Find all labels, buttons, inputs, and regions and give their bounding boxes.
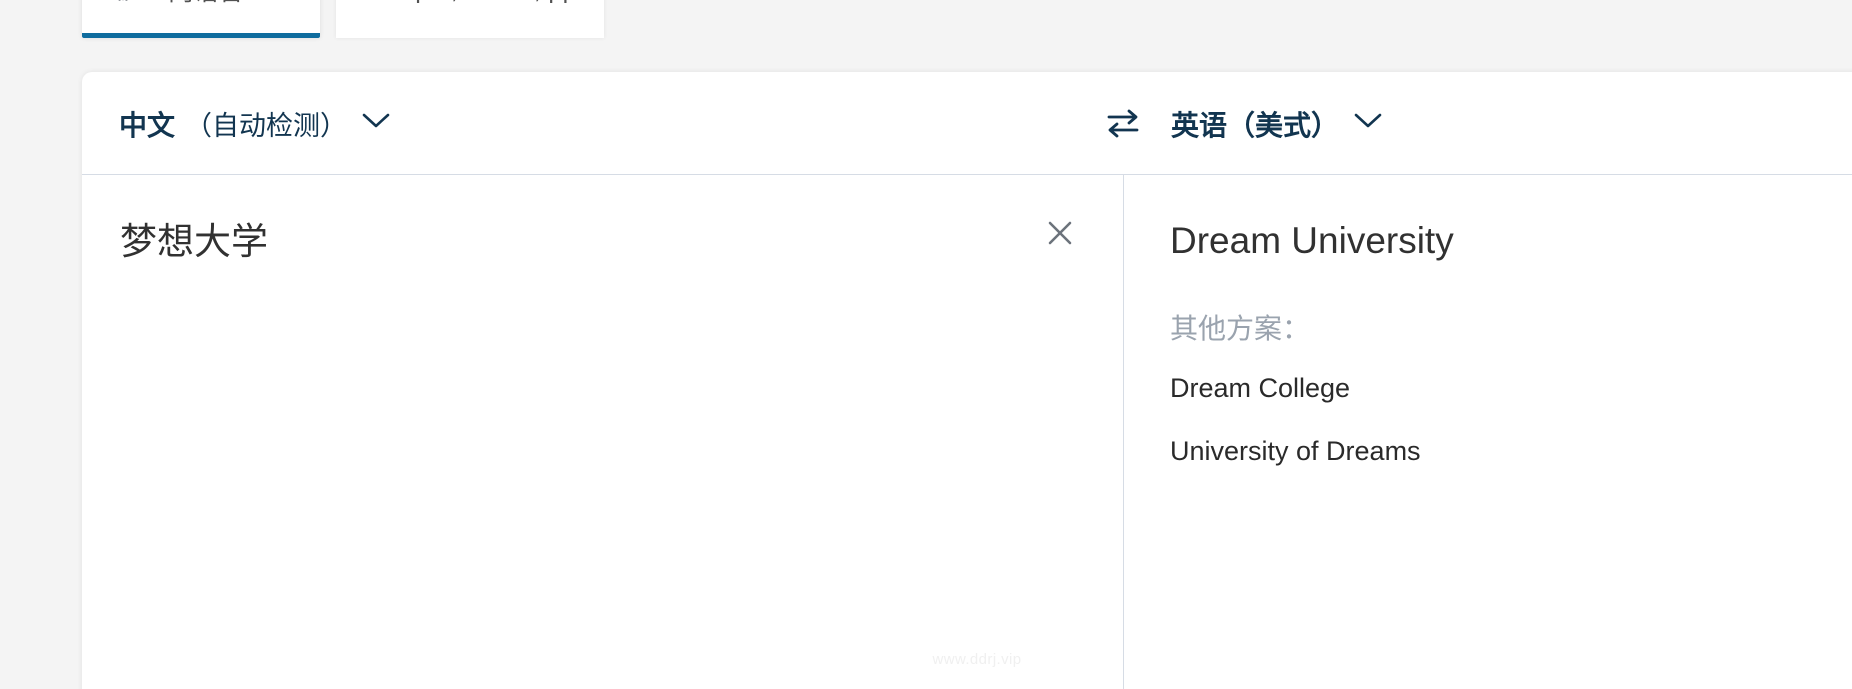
tab-documents-label: .pdf, .docx., pptx — [408, 0, 597, 5]
target-language-name: 英语（美式） — [1171, 109, 1340, 141]
close-x-icon — [1045, 218, 1075, 251]
translator-app: 3门语言 .pdf, .docx., pptx 中文 （自动检测） — [0, 0, 1852, 689]
list-item[interactable]: University of Dreams — [1170, 438, 1421, 465]
target-pane: Dream University 其他方案： Dream College Uni… — [1124, 175, 1852, 689]
alternatives-label: 其他方案： — [1170, 313, 1311, 344]
translator-card: 中文 （自动检测） 英语（美式） 梦想大学 Dream University 其… — [82, 72, 1852, 689]
list-item[interactable]: Dream College — [1170, 375, 1421, 402]
tab-strip: 3门语言 .pdf, .docx., pptx — [0, 0, 1852, 38]
document-file-icon — [362, 0, 392, 8]
source-language-detect: （自动检测） — [185, 111, 348, 141]
swap-arrows-icon — [1104, 106, 1142, 143]
globe-translate-icon — [108, 0, 138, 8]
chevron-down-icon — [1353, 112, 1383, 135]
source-language-selector[interactable]: 中文 （自动检测） — [119, 72, 391, 175]
source-text-input[interactable]: 梦想大学 — [120, 217, 1000, 267]
chevron-down-icon — [361, 112, 391, 135]
language-bar: 中文 （自动检测） 英语（美式） — [82, 72, 1852, 175]
translation-output: Dream University — [1170, 220, 1454, 261]
source-language-name: 中文 — [119, 109, 176, 141]
alternatives-list: Dream College University of Dreams — [1170, 375, 1421, 501]
translation-panes: 梦想大学 Dream University 其他方案： Dream Colleg… — [82, 175, 1852, 689]
tab-languages-label: 3门语言 — [154, 0, 244, 8]
clear-source-button[interactable] — [1041, 215, 1079, 253]
tab-documents[interactable]: .pdf, .docx., pptx — [336, 0, 604, 38]
source-pane: 梦想大学 — [82, 175, 1124, 689]
swap-languages-button[interactable] — [1102, 104, 1144, 144]
target-language-selector[interactable]: 英语（美式） — [1171, 72, 1383, 175]
tab-languages[interactable]: 3门语言 — [82, 0, 320, 38]
